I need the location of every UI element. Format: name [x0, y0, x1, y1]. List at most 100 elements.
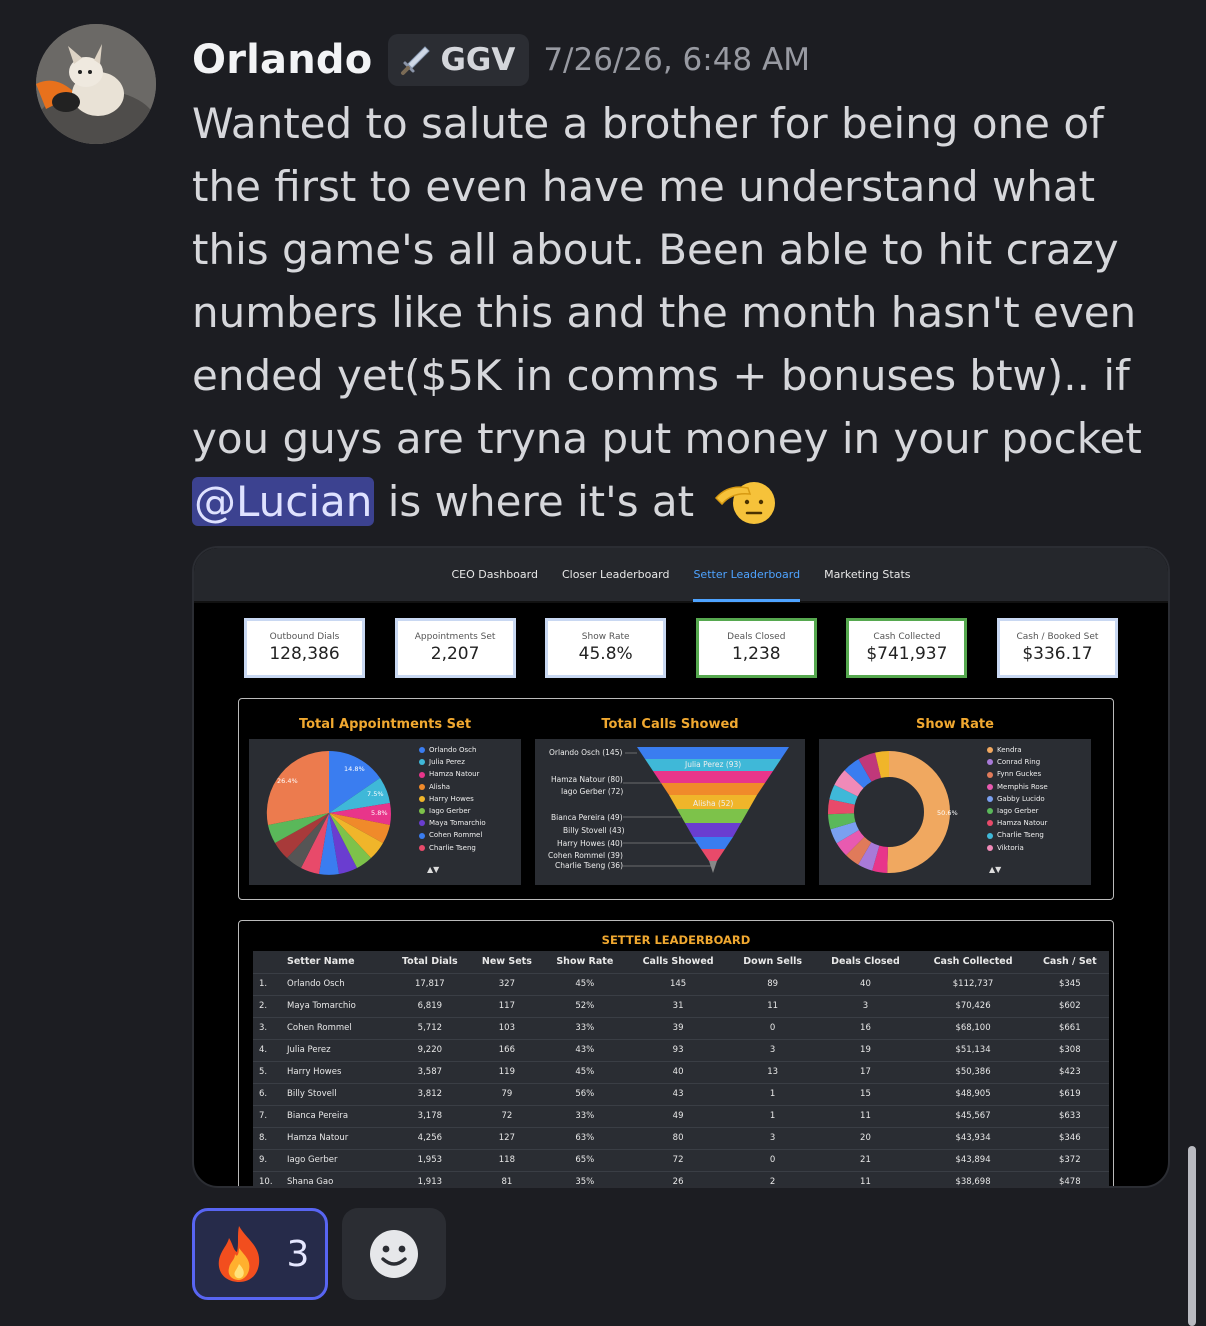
legend-label: Iago Gerber [997, 807, 1039, 816]
column-header[interactable]: Down Sells [730, 951, 816, 973]
setter-name-cell: Maya Tomarchio [283, 994, 390, 1017]
legend-swatch [987, 820, 993, 827]
kpi-label: Deals Closed [727, 632, 786, 642]
tab-marketing-stats[interactable]: Marketing Stats [824, 548, 910, 602]
table-cell: $602 [1030, 994, 1109, 1017]
avatar[interactable] [36, 24, 156, 144]
legend-swatch [987, 795, 993, 802]
table-row[interactable]: 10. Shana Gao 1,913 81 35% 26 2 11 $38,698 $478 [253, 1170, 1109, 1186]
kpi-label: Show Rate [581, 632, 630, 642]
setter-name-cell: Bianca Pereira [283, 1104, 390, 1127]
table-cell: 6,819 [389, 994, 471, 1017]
timestamp: 7/26/26, 6:48 AM [543, 42, 810, 78]
column-header[interactable]: Cash / Set [1031, 951, 1109, 973]
kpi-card: Cash / Booked Set $336.17 [996, 618, 1118, 678]
legend-item: Gabby Lucido [987, 793, 1048, 805]
table-cell: $48,905 [915, 1082, 1031, 1105]
table-cell: 119 [470, 1060, 544, 1083]
table-row[interactable]: 7. Bianca Pereira 3,178 72 33% 49 1 11 $45,567 $6… [253, 1104, 1109, 1127]
table-cell: 43 [626, 1082, 730, 1105]
legend-item: Kendra [987, 744, 1048, 756]
table-cell: 15 [815, 1082, 916, 1105]
legend-swatch [419, 759, 425, 766]
legend-swatch [419, 832, 425, 839]
username[interactable]: Orlando [192, 37, 372, 83]
legend-label: Harry Howes [429, 794, 474, 803]
kpi-label: Cash Collected [873, 632, 941, 642]
legend-pager-arrows[interactable]: ▲▼ [989, 865, 1001, 874]
table-row[interactable]: 2. Maya Tomarchio 6,819 117 52% 31 11 3 $70,426 $… [253, 994, 1109, 1017]
legend-item: Harry Howes [419, 793, 486, 805]
leaderboard-title: SETTER LEADERBOARD [601, 933, 751, 947]
setter-name-cell: Hamza Natour [283, 1126, 390, 1149]
legend-label: Viktoria [997, 843, 1024, 852]
table-cell: 145 [626, 972, 730, 995]
role-tag[interactable]: GGV [388, 34, 530, 86]
legend-item: Memphis Rose [987, 781, 1048, 793]
column-header[interactable]: New Sets [470, 951, 543, 973]
table-cell: 166 [470, 1038, 544, 1061]
kpi-label: Appointments Set [414, 632, 496, 642]
kpi-label: Outbound Dials [269, 632, 340, 642]
saluting-face-emoji-icon [714, 482, 775, 524]
funnel-label: Hamza Natour (80) [551, 775, 623, 784]
setter-name-cell: Iago Gerber [283, 1148, 390, 1171]
table-row[interactable]: 9. Iago Gerber 1,953 118 65% 72 0 21 $43,894 $372 [253, 1148, 1109, 1171]
legend-swatch [987, 759, 993, 766]
column-header[interactable]: Cash Collected [915, 951, 1030, 973]
table-cell: 127 [470, 1126, 544, 1149]
table-cell: $619 [1030, 1082, 1109, 1105]
reaction-count: 3 [286, 1233, 310, 1275]
table-row[interactable]: 5. Harry Howes 3,587 119 45% 40 13 17 $50,386 $42… [253, 1060, 1109, 1083]
column-header[interactable]: Setter Name [283, 951, 389, 973]
tab-closer-leaderboard[interactable]: Closer Leaderboard [562, 548, 669, 602]
tab-setter-leaderboard[interactable]: Setter Leaderboard [693, 548, 800, 602]
legend-label: Memphis Rose [997, 782, 1048, 791]
add-reaction-button[interactable] [342, 1208, 446, 1300]
table-cell: 40 [815, 972, 916, 995]
table-row[interactable]: 1. Orlando Osch 17,817 327 45% 145 89 40 $112,73… [253, 972, 1109, 995]
legend-item: Viktoria [987, 842, 1048, 854]
column-header[interactable]: Show Rate [543, 951, 626, 973]
funnel-label: Iago Gerber (72) [561, 787, 624, 796]
legend-swatch [419, 808, 425, 815]
legend-pager-arrows[interactable]: ▲▼ [427, 865, 439, 874]
funnel-inner-label: Alisha (52) [693, 799, 734, 808]
table-cell: 35% [543, 1170, 627, 1186]
column-header[interactable]: Total Dials [389, 951, 470, 973]
table-cell: 16 [815, 1016, 916, 1039]
column-header[interactable]: Deals Closed [815, 951, 915, 973]
rank-cell: 2. [253, 994, 283, 1017]
rank-cell: 5. [253, 1060, 283, 1083]
table-row[interactable]: 6. Billy Stovell 3,812 79 56% 43 1 15 $48,905 $61… [253, 1082, 1109, 1105]
table-cell: 56% [543, 1082, 627, 1105]
table-cell: 26 [626, 1170, 730, 1186]
kpi-card: Outbound Dials 128,386 [244, 618, 365, 678]
kpi-card: Appointments Set 2,207 [394, 618, 516, 678]
legend-item: Charlie Tseng [419, 842, 486, 854]
legend-swatch [987, 832, 993, 839]
scrollbar-thumb[interactable] [1188, 1146, 1196, 1326]
dashboard-screenshot[interactable]: CEO Dashboard Closer Leaderboard Setter … [192, 546, 1170, 1188]
table-row[interactable]: 4. Julia Perez 9,220 166 43% 93 3 19 $51,134 $308 [253, 1038, 1109, 1061]
fire-reaction-button[interactable]: 3 [192, 1208, 328, 1300]
tab-ceo-dashboard[interactable]: CEO Dashboard [452, 548, 538, 602]
legend-swatch [987, 844, 993, 851]
message-text: Wanted to salute a brother for being one… [192, 99, 1142, 463]
legend-label: Hamza Natour [429, 770, 480, 779]
setter-leaderboard-panel: SETTER LEADERBOARD Setter Name Total Dia… [238, 920, 1114, 1186]
kpi-card: Deals Closed 1,238 [695, 618, 817, 678]
table-row[interactable]: 3. Cohen Rommel 5,712 103 33% 39 0 16 $68,100 $66… [253, 1016, 1109, 1039]
legend-label: Fynn Guckes [997, 770, 1042, 779]
table-cell: 3 [729, 1038, 816, 1061]
legend-label: Charlie Tseng [429, 843, 476, 852]
table-row[interactable]: 8. Hamza Natour 4,256 127 63% 80 3 20 $43,934 $34… [253, 1126, 1109, 1149]
user-mention[interactable]: @Lucian [192, 477, 375, 526]
table-cell: $43,934 [915, 1126, 1031, 1149]
table-cell: 1 [729, 1082, 816, 1105]
sword-icon [401, 46, 431, 75]
table-cell: 1 [729, 1104, 816, 1127]
appointments-legend: Orlando Osch Julia Perez Hamza Natour Al… [419, 744, 486, 854]
legend-label: Kendra [997, 746, 1022, 754]
column-header[interactable]: Calls Showed [626, 951, 730, 973]
